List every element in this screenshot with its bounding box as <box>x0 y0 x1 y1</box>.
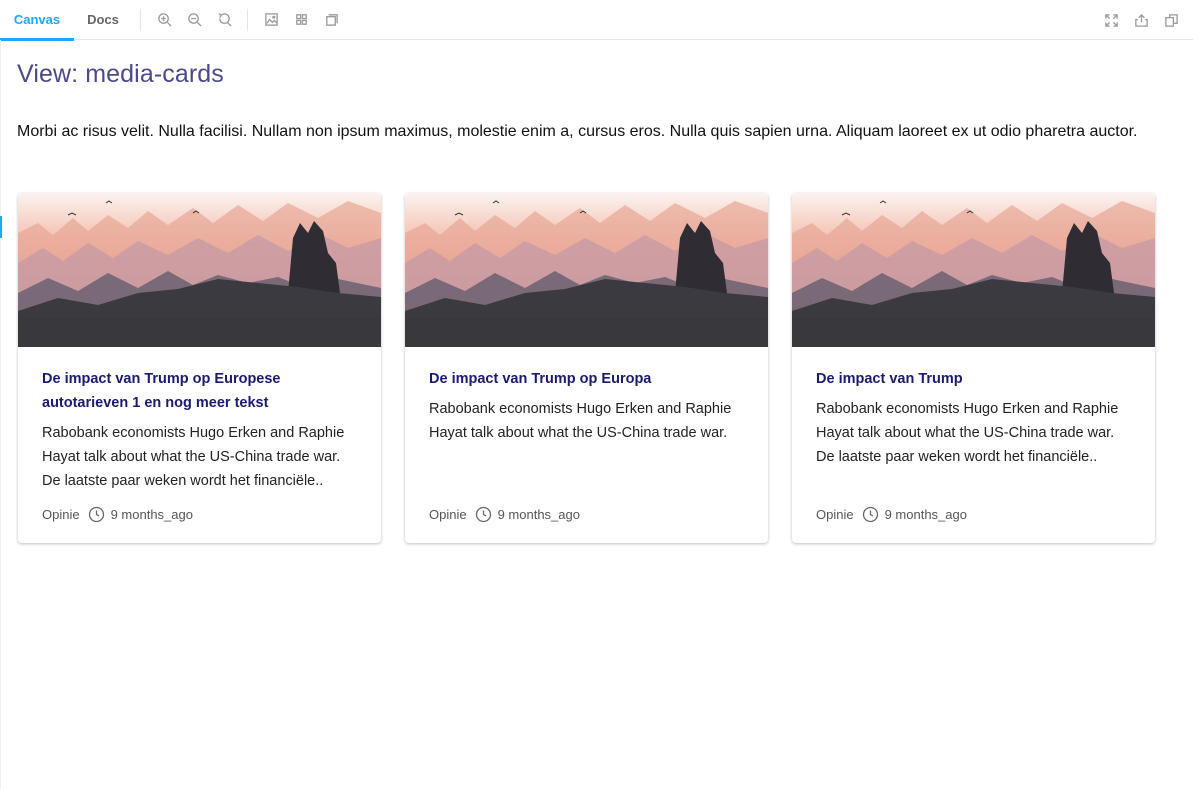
tab-canvas[interactable]: Canvas <box>0 0 74 41</box>
page-title: View: media-cards <box>17 60 224 88</box>
card-time: 9 months_ago <box>497 507 580 522</box>
background-icon <box>264 13 278 26</box>
card-time: 9 months_ago <box>110 507 193 522</box>
clock-icon <box>88 506 105 523</box>
fullscreen-icon <box>1104 13 1118 27</box>
zoom-out-icon <box>187 13 202 27</box>
toolbar-divider <box>140 8 141 31</box>
toolbar-divider <box>247 8 248 31</box>
card-category: Opinie <box>42 507 80 522</box>
card-title[interactable]: De impact van Trump <box>816 367 1131 391</box>
zoom-in-icon <box>157 13 172 27</box>
zoom-out-button[interactable] <box>179 5 209 35</box>
card-title[interactable]: De impact van Trump op Europese autotari… <box>42 367 357 415</box>
card-image <box>405 193 768 347</box>
share-icon <box>1134 13 1148 27</box>
storybook-toolbar: Canvas Docs <box>0 0 1193 41</box>
outline-button[interactable] <box>316 5 346 35</box>
panel-border <box>0 40 1 789</box>
card-body: De impact van Trump op Europese autotari… <box>18 347 381 493</box>
card-category: Opinie <box>816 507 854 522</box>
share-button[interactable] <box>1126 5 1156 35</box>
card-body: De impact van Trump Rabobank economists … <box>792 347 1155 469</box>
card-text: Rabobank economists Hugo Erken and Raphi… <box>42 425 345 489</box>
media-card[interactable]: De impact van Trump op Europa Rabobank e… <box>405 193 768 543</box>
clock-icon <box>862 506 879 523</box>
media-card[interactable]: De impact van Trump op Europese autotari… <box>18 193 381 543</box>
grid-icon <box>295 14 307 25</box>
card-image <box>792 193 1155 347</box>
media-cards-list: De impact van Trump op Europese autotari… <box>18 193 1155 543</box>
zoom-reset-icon <box>218 13 232 27</box>
card-title[interactable]: De impact van Trump op Europa <box>429 367 744 391</box>
intro-text: Morbi ac risus velit. Nulla facilisi. Nu… <box>17 123 1138 140</box>
grid-button[interactable] <box>286 5 316 35</box>
copy-icon <box>1164 13 1178 27</box>
tab-docs[interactable]: Docs <box>74 0 132 40</box>
zoom-in-button[interactable] <box>149 5 179 35</box>
card-meta: Opinie 9 months_ago <box>816 506 967 523</box>
card-text: Rabobank economists Hugo Erken and Raphi… <box>816 401 1119 465</box>
fullscreen-button[interactable] <box>1096 5 1126 35</box>
copy-link-button[interactable] <box>1156 5 1186 35</box>
zoom-reset-button[interactable] <box>209 5 239 35</box>
outline-icon <box>325 14 338 26</box>
media-card[interactable]: De impact van Trump Rabobank economists … <box>792 193 1155 543</box>
card-meta: Opinie 9 months_ago <box>42 506 193 523</box>
background-button[interactable] <box>256 5 286 35</box>
card-meta: Opinie 9 months_ago <box>429 506 580 523</box>
card-text: Rabobank economists Hugo Erken and Raphi… <box>429 401 732 441</box>
card-image <box>18 193 381 347</box>
panel-accent <box>0 216 2 238</box>
clock-icon <box>475 506 492 523</box>
toolbar-right-group <box>1096 5 1186 35</box>
card-time: 9 months_ago <box>884 507 967 522</box>
card-category: Opinie <box>429 507 467 522</box>
card-body: De impact van Trump op Europa Rabobank e… <box>405 347 768 445</box>
